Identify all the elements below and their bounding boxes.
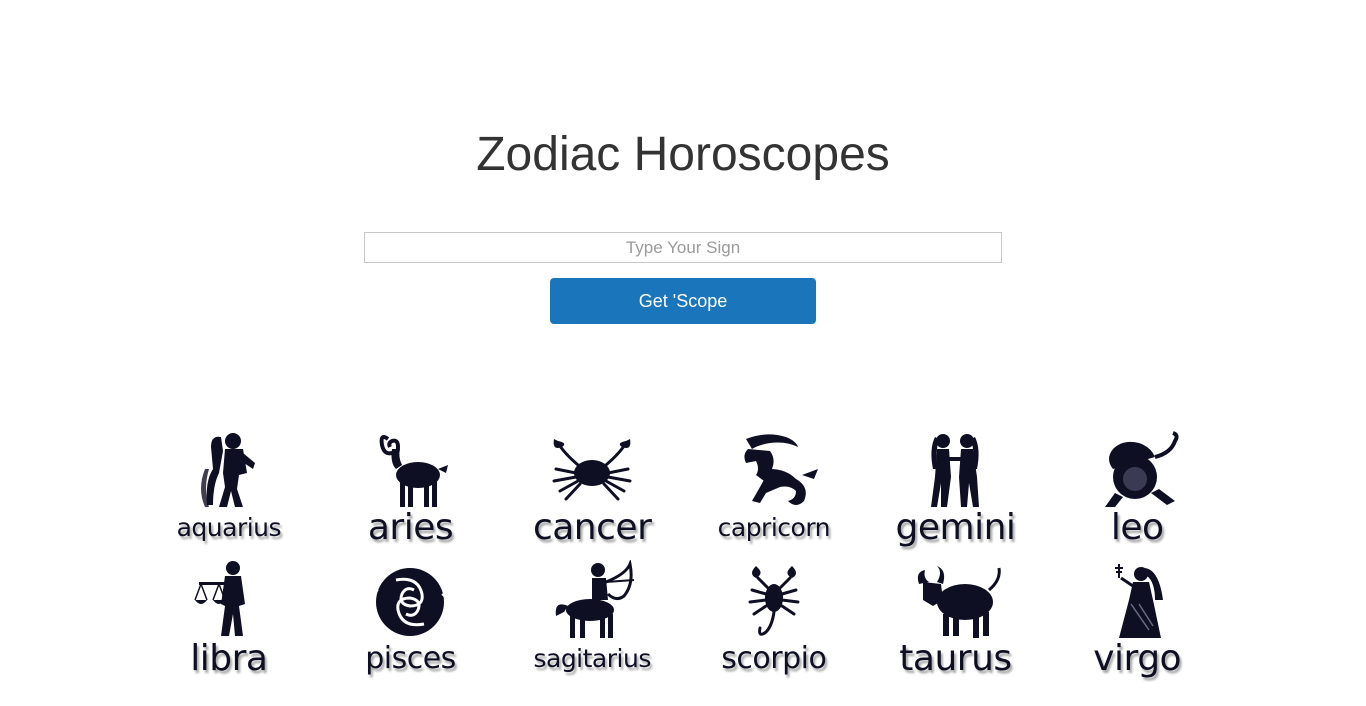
- capricorn-icon: [744, 434, 818, 505]
- sign-card-virgo[interactable]: virgo: [1046, 549, 1228, 680]
- sign-card-capricorn[interactable]: capricorn: [683, 418, 865, 549]
- sign-card-libra[interactable]: libra: [138, 549, 320, 680]
- sign-card-gemini[interactable]: gemini: [865, 418, 1047, 549]
- sign-card-leo[interactable]: leo: [1046, 418, 1228, 549]
- sign-card-sagittarius[interactable]: sagitarius: [501, 549, 683, 680]
- cancer-icon: [552, 439, 632, 501]
- aries-icon: [380, 435, 449, 507]
- gemini-icon: [931, 434, 980, 507]
- sign-label: aquarius: [176, 513, 282, 542]
- zodiac-sign-grid: aquarius aries cancer capricorn gemini l…: [138, 418, 1228, 680]
- sign-label: leo: [1110, 507, 1164, 548]
- sign-label: cancer: [532, 507, 652, 548]
- libra-icon: [194, 561, 245, 636]
- leo-icon: [1105, 431, 1179, 507]
- sign-label: sagitarius: [533, 644, 651, 673]
- sagittarius-icon: [555, 560, 635, 638]
- sign-card-cancer[interactable]: cancer: [501, 418, 683, 549]
- sign-label: scorpio: [721, 641, 827, 676]
- sign-card-aries[interactable]: aries: [320, 418, 502, 549]
- scorpio-icon: [748, 566, 800, 636]
- aquarius-icon: [200, 433, 255, 507]
- page-title: Zodiac Horoscopes: [476, 128, 890, 181]
- taurus-icon: [918, 566, 1002, 638]
- sign-label: aries: [367, 507, 454, 548]
- sign-card-taurus[interactable]: taurus: [865, 549, 1047, 680]
- sign-label: gemini: [895, 507, 1016, 548]
- sign-label: pisces: [365, 641, 456, 676]
- horoscope-page: Zodiac Horoscopes Get 'Scope aquarius: [0, 0, 1366, 706]
- pisces-icon: [371, 568, 449, 636]
- sign-label: virgo: [1093, 638, 1182, 679]
- sign-label: capricorn: [717, 513, 831, 542]
- sign-card-scorpio[interactable]: scorpio: [683, 549, 865, 680]
- get-scope-button[interactable]: Get 'Scope: [550, 278, 816, 324]
- sign-card-aquarius[interactable]: aquarius: [138, 418, 320, 549]
- sign-label: libra: [190, 638, 268, 679]
- sign-card-pisces[interactable]: pisces: [320, 549, 502, 680]
- sign-search-input[interactable]: [364, 232, 1002, 263]
- virgo-icon: [1115, 564, 1164, 638]
- sign-label: taurus: [899, 638, 1012, 679]
